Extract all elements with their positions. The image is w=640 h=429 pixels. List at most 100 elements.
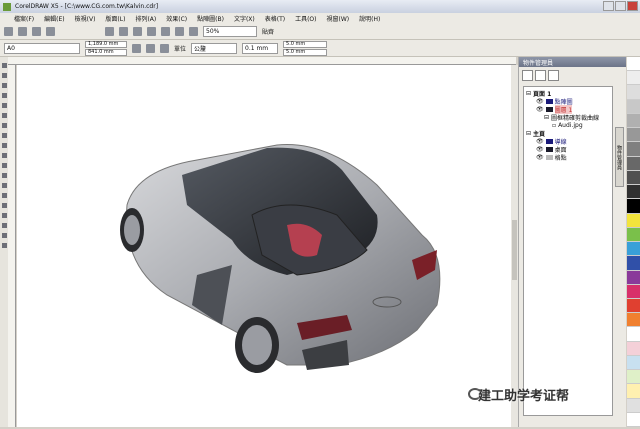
audi-car-image[interactable] bbox=[17, 65, 511, 427]
eye-icon[interactable]: 👁 bbox=[536, 138, 544, 145]
palette-swatch[interactable] bbox=[627, 313, 640, 328]
palette-swatch[interactable] bbox=[627, 327, 640, 342]
palette-swatch[interactable] bbox=[627, 113, 640, 129]
show-properties-icon[interactable] bbox=[522, 70, 533, 81]
page-size-select[interactable]: A0 bbox=[4, 42, 80, 54]
palette-swatch[interactable] bbox=[627, 242, 640, 257]
palette-swatch[interactable] bbox=[627, 185, 640, 200]
palette-swatch[interactable] bbox=[627, 284, 640, 299]
menu-bitmaps[interactable]: 點陣圖(B) bbox=[197, 14, 224, 23]
rectangle-tool-icon[interactable] bbox=[1, 123, 7, 128]
layer-manager-view-icon[interactable] bbox=[548, 70, 559, 81]
palette-swatch[interactable] bbox=[627, 199, 640, 214]
palette-swatch[interactable] bbox=[627, 384, 640, 399]
snap-to-button[interactable]: 貼齊 bbox=[262, 27, 274, 36]
drawing-canvas[interactable] bbox=[17, 65, 511, 427]
menu-arrange[interactable]: 排列(A) bbox=[135, 14, 156, 23]
zoom-tool-icon[interactable] bbox=[1, 93, 7, 98]
shape-tool-icon[interactable] bbox=[1, 73, 7, 78]
all-pages-icon[interactable] bbox=[160, 43, 169, 53]
eyedropper-icon[interactable] bbox=[1, 213, 7, 218]
palette-swatch[interactable] bbox=[627, 57, 640, 72]
eye-icon[interactable]: 👁 bbox=[536, 146, 544, 153]
menu-file[interactable]: 檔案(F) bbox=[14, 14, 34, 23]
menu-window[interactable]: 視窗(W) bbox=[327, 14, 350, 23]
nudge-field[interactable]: 0.1 mm bbox=[242, 42, 279, 54]
palette-swatch[interactable] bbox=[627, 227, 640, 243]
smart-fill-icon[interactable] bbox=[1, 113, 7, 118]
palette-swatch[interactable] bbox=[627, 99, 640, 114]
menu-edit[interactable]: 編輯(E) bbox=[44, 14, 64, 23]
close-button[interactable] bbox=[627, 1, 638, 11]
palette-swatch[interactable] bbox=[627, 355, 640, 371]
palette-swatch[interactable] bbox=[627, 412, 640, 428]
menu-text[interactable]: 文字(X) bbox=[234, 14, 255, 23]
save-icon[interactable] bbox=[32, 27, 41, 36]
palette-swatch[interactable] bbox=[627, 370, 640, 385]
palette-swatch[interactable] bbox=[627, 213, 640, 228]
menu-help[interactable]: 說明(H) bbox=[359, 14, 380, 23]
polygon-tool-icon[interactable] bbox=[1, 143, 7, 148]
menu-tools[interactable]: 工具(O) bbox=[295, 14, 316, 23]
export-icon[interactable] bbox=[161, 27, 170, 36]
redo-icon[interactable] bbox=[133, 27, 142, 36]
connector-tool-icon[interactable] bbox=[1, 193, 7, 198]
palette-swatch[interactable] bbox=[627, 170, 640, 186]
palette-swatch[interactable] bbox=[627, 142, 640, 157]
tree-item-powerclip[interactable]: ⊟ 圖框精確剪裁曲線 bbox=[526, 113, 610, 122]
cut-icon[interactable] bbox=[105, 27, 114, 36]
palette-swatch[interactable] bbox=[627, 298, 640, 314]
portrait-icon[interactable] bbox=[132, 43, 141, 53]
pick-tool-icon[interactable] bbox=[1, 63, 7, 68]
print-icon[interactable] bbox=[46, 27, 55, 36]
palette-swatch[interactable] bbox=[627, 270, 640, 285]
object-manager-side-tab[interactable]: 物件管理員 bbox=[615, 127, 624, 187]
fill-tool-icon[interactable] bbox=[1, 233, 7, 238]
new-icon[interactable] bbox=[4, 27, 13, 36]
outline-tool-icon[interactable] bbox=[1, 223, 7, 228]
text-tool-icon[interactable] bbox=[1, 163, 7, 168]
scrollbar-thumb[interactable] bbox=[512, 220, 517, 280]
freehand-tool-icon[interactable] bbox=[1, 103, 7, 108]
dimension-tool-icon[interactable] bbox=[1, 183, 7, 188]
eye-icon[interactable]: 👁 bbox=[536, 106, 544, 113]
menu-layout[interactable]: 版面(L) bbox=[105, 14, 125, 23]
palette-swatch[interactable] bbox=[627, 71, 640, 86]
open-icon[interactable] bbox=[18, 27, 27, 36]
launcher-icon[interactable] bbox=[175, 27, 184, 36]
eye-icon[interactable]: 👁 bbox=[536, 154, 544, 161]
crop-tool-icon[interactable] bbox=[1, 83, 7, 88]
basic-shapes-icon[interactable] bbox=[1, 153, 7, 158]
menu-view[interactable]: 檢視(V) bbox=[75, 14, 96, 23]
eye-icon[interactable]: 👁 bbox=[536, 98, 544, 105]
units-select[interactable]: 公釐 bbox=[191, 42, 238, 54]
zoom-level-select[interactable]: 50% bbox=[203, 26, 257, 37]
table-tool-icon[interactable] bbox=[1, 173, 7, 178]
edit-across-layers-icon[interactable] bbox=[535, 70, 546, 81]
minimize-button[interactable] bbox=[603, 1, 614, 11]
page-width-field[interactable]: 1,189.0 mm bbox=[85, 40, 127, 48]
vertical-scrollbar[interactable] bbox=[511, 65, 518, 427]
duplicate-y-field[interactable]: 5.0 mm bbox=[283, 48, 328, 56]
palette-swatch[interactable] bbox=[627, 85, 640, 100]
page-height-field[interactable]: 841.0 mm bbox=[85, 48, 127, 56]
tree-item-desktop[interactable]: 👁 桌面 bbox=[526, 145, 610, 154]
ellipse-tool-icon[interactable] bbox=[1, 133, 7, 138]
palette-swatch[interactable] bbox=[627, 156, 640, 171]
tree-item-guides[interactable]: 👁 導線 bbox=[526, 137, 610, 146]
blend-tool-icon[interactable] bbox=[1, 203, 7, 208]
duplicate-x-field[interactable]: 5.0 mm bbox=[283, 40, 328, 48]
tree-item-grid[interactable]: 👁 格點 bbox=[526, 153, 610, 162]
tree-item-master-page[interactable]: ⊟ 主頁 bbox=[526, 129, 610, 138]
welcome-icon[interactable] bbox=[189, 27, 198, 36]
palette-swatch[interactable] bbox=[627, 398, 640, 413]
import-icon[interactable] bbox=[147, 27, 156, 36]
menu-effects[interactable]: 效果(C) bbox=[166, 14, 187, 23]
menu-table[interactable]: 表格(T) bbox=[265, 14, 285, 23]
landscape-icon[interactable] bbox=[146, 43, 155, 53]
maximize-button[interactable] bbox=[615, 1, 626, 11]
palette-swatch[interactable] bbox=[627, 256, 640, 271]
undo-icon[interactable] bbox=[119, 27, 128, 36]
interactive-fill-icon[interactable] bbox=[1, 243, 7, 248]
palette-swatch[interactable] bbox=[627, 128, 640, 143]
